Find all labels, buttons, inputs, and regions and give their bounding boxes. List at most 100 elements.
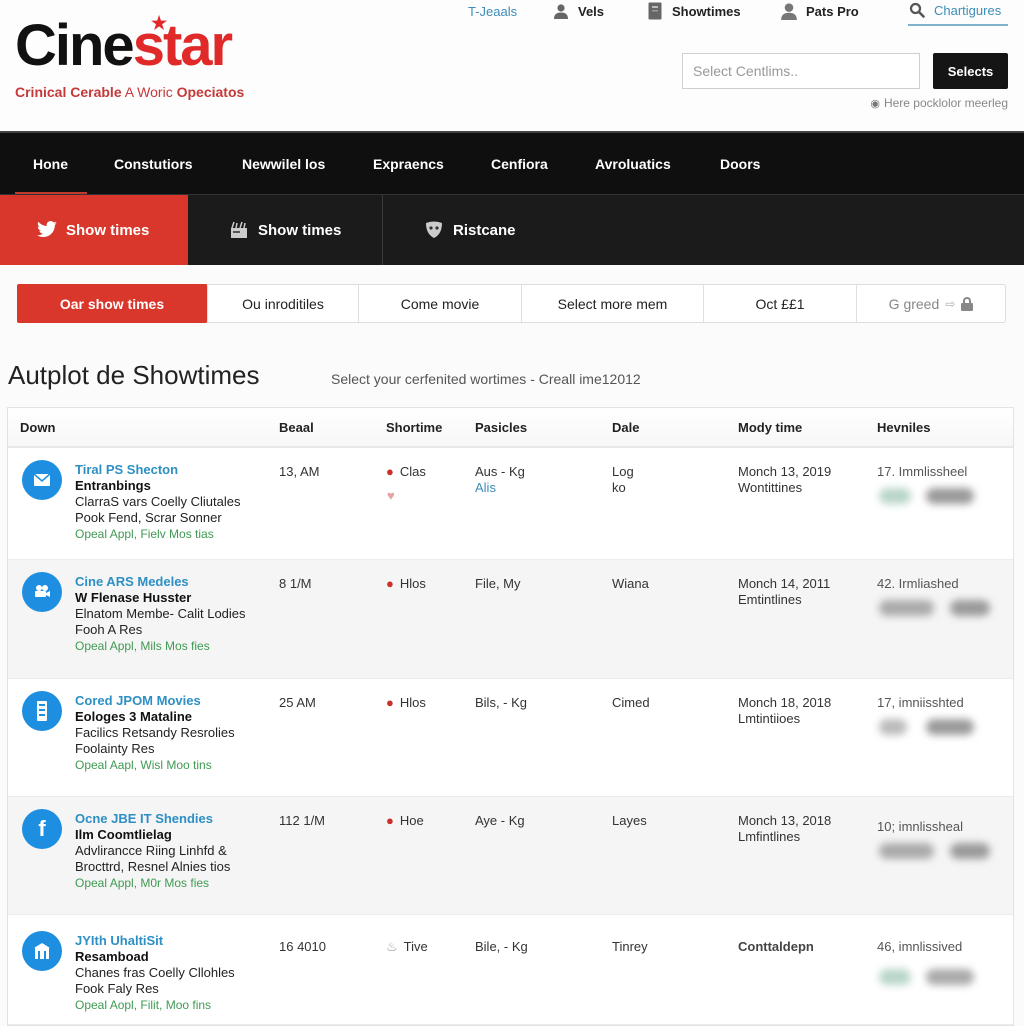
mainnav-item-avroluatics[interactable]: Avroluatics bbox=[595, 133, 671, 194]
movie-description: Foolainty Res bbox=[75, 741, 155, 756]
movie-meta-link[interactable]: Opeal Appl, Fielv Mos tias bbox=[75, 526, 240, 542]
movie-description: Facilics Retsandy Resrolies bbox=[75, 725, 235, 740]
pasicles-link[interactable]: Alis bbox=[475, 480, 525, 496]
movie-description: Elnatom Membe- Calit Lodies bbox=[75, 606, 246, 621]
location-pin-icon: ● bbox=[386, 813, 394, 828]
topnav-item-vels[interactable]: Vels bbox=[552, 0, 604, 22]
mody-label: Emtintlines bbox=[738, 592, 802, 607]
movie-title-link[interactable]: Tiral PS Shecton bbox=[75, 462, 240, 478]
filter-tab-come-movie[interactable]: Come movie bbox=[359, 285, 522, 322]
filter-tab-date[interactable]: Oct ££1 bbox=[704, 285, 857, 322]
mody-label: Wontittines bbox=[738, 480, 803, 495]
page-title: Autplot de Showtimes bbox=[8, 360, 260, 390]
logo[interactable]: Cinestar ★ Crinical Cerable A Woric Opec… bbox=[15, 13, 244, 100]
top-nav: T-Jeaals Vels Showtimes Pats Pro Chartig… bbox=[440, 0, 1024, 30]
lock-icon bbox=[961, 296, 974, 311]
blurred-badge bbox=[950, 843, 990, 859]
movie-meta-link[interactable]: Opeal Appl, Mils Mos fies bbox=[75, 638, 246, 654]
logo-text-star: star bbox=[132, 13, 233, 78]
table-row[interactable]: Cine ARS Medeles W Flenase Husster Elnat… bbox=[8, 560, 1013, 679]
movie-description: Brocttrd, Resnel Alnies tios bbox=[75, 859, 231, 874]
subnav-label: Show times bbox=[66, 221, 150, 239]
topnav-label: Pats Pro bbox=[806, 3, 859, 19]
column-header-beaal[interactable]: Beaal bbox=[279, 420, 314, 435]
logo-text-cine: Cine bbox=[15, 13, 135, 78]
movie-title-link[interactable]: JYIth UhaltiSit bbox=[75, 933, 235, 949]
subnav-item-show-times-2[interactable]: Show times bbox=[188, 195, 383, 265]
cell-mody-time: Monch 18, 2018 Lmtintiioes bbox=[738, 695, 831, 727]
column-header-mody-time[interactable]: Mody time bbox=[738, 420, 802, 435]
tagline-part: A Woric bbox=[121, 84, 177, 100]
mainnav-item-doors[interactable]: Doors bbox=[720, 133, 760, 194]
table-row[interactable]: Tiral PS Shecton Entranbings ClarraS var… bbox=[8, 448, 1013, 560]
movie-title-link[interactable]: Cored JPOM Movies bbox=[75, 693, 235, 709]
blurred-badge bbox=[879, 719, 907, 735]
movie-description: Fooh A Res bbox=[75, 622, 143, 637]
location-pin-icon: ● bbox=[386, 576, 394, 591]
column-header-dale[interactable]: Dale bbox=[612, 420, 639, 435]
cell-dale: Cimed bbox=[612, 695, 650, 710]
mainnav-item-home[interactable]: Hone bbox=[15, 133, 87, 196]
cell-pasicles: Aus - Kg Alis bbox=[475, 464, 525, 496]
movie-subtitle: Resamboad bbox=[75, 949, 149, 964]
arrow-right-icon: ⇨ bbox=[945, 296, 956, 311]
topnav-item-chartigures[interactable]: Chartigures bbox=[908, 0, 1008, 26]
movie-subtitle: Ilm Coomtlielag bbox=[75, 827, 172, 842]
column-header-pasicles[interactable]: Pasicles bbox=[475, 420, 527, 435]
blurred-badge bbox=[926, 488, 974, 504]
mask-icon bbox=[423, 219, 445, 241]
movie-title-link[interactable]: Cine ARS Medeles bbox=[75, 574, 246, 590]
search-input[interactable] bbox=[682, 53, 920, 89]
subnav-item-show-times[interactable]: Show times bbox=[0, 195, 188, 265]
movie-title-link[interactable]: Ocne JBE IT Shendies bbox=[75, 811, 230, 827]
column-header-down[interactable]: Down bbox=[20, 420, 55, 435]
movie-info: JYIth UhaltiSit Resamboad Chanes fras Co… bbox=[75, 933, 235, 1013]
logo-wordmark: Cinestar ★ bbox=[15, 13, 244, 78]
mainnav-item-cenfiora[interactable]: Cenfiora bbox=[491, 133, 548, 194]
movie-meta-link[interactable]: Opeal Appl, M0r Mos fies bbox=[75, 875, 230, 891]
table-row[interactable]: f Ocne JBE IT Shendies Ilm Coomtlielag A… bbox=[8, 797, 1013, 915]
cell-hevniles: 46, imnlissived bbox=[877, 939, 963, 954]
mody-label: Lmfintlines bbox=[738, 829, 801, 844]
filter-tab-select-more[interactable]: Select more mem bbox=[522, 285, 704, 322]
cell-shortime: ● Hlos bbox=[386, 695, 426, 711]
topnav-item-pats-pro[interactable]: Pats Pro bbox=[780, 0, 859, 22]
topnav-item-deals[interactable]: T-Jeaals bbox=[468, 0, 517, 22]
site-header: Cinestar ★ Crinical Cerable A Woric Opec… bbox=[0, 0, 1024, 131]
table-row[interactable]: Cored JPOM Movies Eologes 3 Mataline Fac… bbox=[8, 679, 1013, 797]
mainnav-item-newwilel[interactable]: Newwilel los bbox=[242, 133, 325, 194]
page-subtitle: Select your cerfenited wortimes - Creall… bbox=[331, 371, 641, 387]
filter-tab-inroditiles[interactable]: Ou inroditiles bbox=[208, 285, 359, 322]
dale-text: ko bbox=[612, 480, 626, 495]
filter-tab-greed[interactable]: G greed ⇨ bbox=[857, 285, 1005, 322]
table-row[interactable]: JYIth UhaltiSit Resamboad Chanes fras Co… bbox=[8, 915, 1013, 1025]
selects-button[interactable]: Selects bbox=[933, 53, 1008, 89]
cell-shortime: ● Clas bbox=[386, 464, 426, 480]
subnav-item-ristcane[interactable]: Ristcane bbox=[383, 195, 516, 265]
movie-info: Tiral PS Shecton Entranbings ClarraS var… bbox=[75, 462, 240, 542]
column-header-hevniles[interactable]: Hevniles bbox=[877, 420, 930, 435]
topnav-label: T-Jeaals bbox=[468, 3, 518, 19]
cell-dale: Tinrey bbox=[612, 939, 648, 954]
mainnav-item-constutiors[interactable]: Constutiors bbox=[114, 133, 193, 194]
cell-hevniles: 10; imnlissheal bbox=[877, 819, 963, 834]
blurred-badge bbox=[879, 600, 934, 616]
shortime-text: Hlos bbox=[399, 576, 426, 591]
user-icon bbox=[780, 2, 798, 20]
movie-info: Cored JPOM Movies Eologes 3 Mataline Fac… bbox=[75, 693, 235, 773]
cell-shortime: ● Hoe bbox=[386, 813, 424, 829]
movie-meta-link[interactable]: Opeal Aopl, Filit, Moo fins bbox=[75, 997, 235, 1013]
search-icon bbox=[908, 1, 926, 19]
location-pin-icon: ● bbox=[386, 464, 394, 479]
subnav-label: Show times bbox=[258, 221, 342, 239]
mainnav-item-expraencs[interactable]: Expraencs bbox=[373, 133, 444, 194]
shortime-text: Tive bbox=[403, 939, 428, 954]
heart-icon[interactable]: ♥ bbox=[387, 488, 395, 503]
movie-meta-link[interactable]: Opeal Aapl, Wisl Moo tins bbox=[75, 757, 235, 773]
filter-tab-our-show-times[interactable]: Oar show times bbox=[17, 284, 208, 323]
column-header-shortime[interactable]: Shortime bbox=[386, 420, 442, 435]
blurred-badge bbox=[926, 969, 974, 985]
topnav-item-showtimes[interactable]: Showtimes bbox=[646, 0, 741, 22]
shortime-text: Clas bbox=[399, 464, 426, 479]
cell-pasicles: Bils, - Kg bbox=[475, 695, 528, 710]
